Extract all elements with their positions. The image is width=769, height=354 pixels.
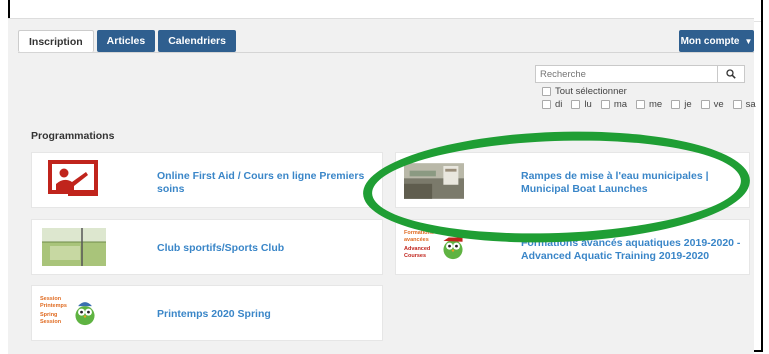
- program-card-boat-launches[interactable]: Rampes de mise à l'eau municipales | Mun…: [395, 152, 750, 208]
- day-label: lu: [584, 99, 592, 110]
- day-checkbox[interactable]: [542, 99, 551, 109]
- account-button[interactable]: Mon compte ▼: [679, 30, 754, 52]
- first-aid-instructor-icon: [48, 160, 98, 196]
- day-filter-me[interactable]: me: [636, 99, 662, 110]
- account-label: Mon compte: [680, 35, 740, 47]
- search-icon: [726, 69, 736, 79]
- day-checkbox[interactable]: [600, 99, 610, 109]
- day-filter-sa[interactable]: sa: [732, 99, 756, 110]
- day-checkbox[interactable]: [636, 99, 646, 109]
- day-filter-je[interactable]: je: [671, 99, 692, 110]
- section-title: Programmations: [31, 130, 115, 142]
- select-all-option[interactable]: Tout sélectionner: [542, 86, 627, 97]
- day-label: ma: [613, 99, 628, 110]
- program-card-aquatic-training[interactable]: Formations avancées Advanced Courses For…: [395, 219, 750, 275]
- tab-inscription[interactable]: Inscription: [18, 30, 94, 52]
- owl-mascot-icon: [75, 302, 95, 326]
- program-card-first-aid[interactable]: Online First Aid / Cours en ligne Premie…: [31, 152, 383, 208]
- advanced-courses-badge: Formations avancées Advanced Courses: [404, 230, 474, 270]
- day-label: sa: [745, 99, 756, 110]
- day-checkbox[interactable]: [732, 99, 742, 109]
- program-title-first-aid[interactable]: Online First Aid / Cours en ligne Premie…: [157, 170, 372, 196]
- program-title-aquatic-training[interactable]: Formations avancés aquatiques 2019-2020 …: [521, 237, 746, 263]
- tab-articles[interactable]: Articles: [96, 30, 156, 52]
- boat-launch-photo: [404, 163, 464, 199]
- program-card-sports-club[interactable]: Club sportifs/Sports Club: [31, 219, 383, 275]
- spring-session-badge: Session Printemps Spring Session: [40, 296, 110, 336]
- program-title-spring-2020[interactable]: Printemps 2020 Spring: [157, 308, 372, 321]
- day-filter-ve[interactable]: ve: [700, 99, 724, 110]
- search-input[interactable]: [536, 66, 717, 82]
- tab-bar: Inscription Articles Calendriers: [18, 30, 236, 52]
- day-label: ve: [713, 99, 724, 110]
- caret-down-icon: ▼: [744, 36, 753, 46]
- day-label: je: [684, 99, 692, 110]
- day-checkbox[interactable]: [571, 99, 581, 109]
- day-filter-ma[interactable]: ma: [600, 99, 628, 110]
- sports-court-photo: [42, 228, 106, 266]
- day-filter-di[interactable]: di: [542, 99, 562, 110]
- day-checkbox[interactable]: [700, 99, 710, 109]
- day-checkbox[interactable]: [671, 99, 681, 109]
- tab-calendriers[interactable]: Calendriers: [158, 30, 236, 52]
- day-label: di: [555, 99, 563, 110]
- select-all-checkbox[interactable]: [542, 86, 551, 96]
- search-button[interactable]: [717, 66, 744, 82]
- program-card-spring-2020[interactable]: Session Printemps Spring Session Printem…: [31, 285, 383, 341]
- owl-mascot-icon: [443, 237, 463, 260]
- program-title-sports-club[interactable]: Club sportifs/Sports Club: [157, 242, 372, 255]
- select-all-label: Tout sélectionner: [555, 86, 627, 97]
- day-filter-lu[interactable]: lu: [571, 99, 592, 110]
- program-title-boat-launches[interactable]: Rampes de mise à l'eau municipales | Mun…: [521, 170, 726, 196]
- day-filters: di lu ma me je ve sa: [542, 99, 756, 110]
- search-box: [535, 65, 745, 83]
- day-label: me: [649, 99, 663, 110]
